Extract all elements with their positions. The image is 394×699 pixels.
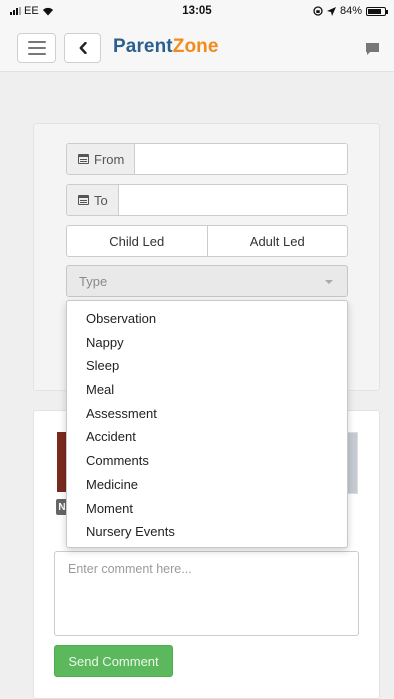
- calendar-icon: [78, 154, 89, 164]
- calendar-icon: [78, 195, 89, 205]
- to-date-group: To: [66, 184, 348, 216]
- back-button[interactable]: [64, 33, 101, 63]
- to-label: To: [94, 192, 108, 208]
- to-date-input[interactable]: [118, 185, 347, 215]
- status-right: 84%: [313, 5, 388, 17]
- menu-button[interactable]: [17, 33, 56, 63]
- dropdown-option[interactable]: Accident: [67, 426, 347, 450]
- chat-icon[interactable]: [365, 42, 380, 56]
- dropdown-option[interactable]: Nappy: [67, 332, 347, 356]
- type-select-value: Type: [79, 273, 108, 289]
- dropdown-option[interactable]: Medicine: [67, 474, 347, 498]
- menu-icon-line: [27, 41, 46, 43]
- battery-icon: [366, 6, 388, 16]
- led-toggle: Child Led Adult Led: [66, 225, 348, 257]
- dropdown-option[interactable]: Nursery Events: [67, 521, 347, 545]
- battery-percent: 84%: [339, 5, 362, 17]
- app-logo[interactable]: ParentZone: [113, 36, 219, 58]
- dropdown-option[interactable]: Moment: [67, 498, 347, 522]
- type-dropdown-menu: Observation Nappy Sleep Meal Assessment Accid…: [66, 300, 348, 548]
- lock-rotation-icon: [313, 6, 323, 16]
- from-date-group: From: [66, 143, 348, 175]
- logo-text-zone: Zone: [172, 36, 219, 57]
- dropdown-option[interactable]: Assessment: [67, 403, 347, 427]
- battery-fill: [368, 8, 382, 14]
- child-led-button[interactable]: Child Led: [67, 226, 207, 256]
- send-comment-button[interactable]: Send Comment: [54, 645, 173, 677]
- chevron-left-icon: [79, 42, 87, 54]
- dropdown-option[interactable]: Sleep: [67, 355, 347, 379]
- comment-input[interactable]: Enter comment here...: [54, 551, 359, 636]
- location-icon: [326, 6, 336, 16]
- navbar: ParentZone: [0, 22, 394, 72]
- menu-icon-line: [27, 47, 46, 49]
- dropdown-option[interactable]: Observation: [67, 308, 347, 332]
- from-addon: From: [67, 144, 136, 174]
- from-date-input[interactable]: [135, 144, 347, 174]
- logo-text-parent: Parent: [113, 36, 173, 57]
- type-select[interactable]: Type: [66, 265, 348, 297]
- to-addon: To: [67, 185, 119, 215]
- menu-icon-line: [27, 53, 46, 55]
- dropdown-option[interactable]: Meal: [67, 379, 347, 403]
- status-bar: EE 13:05 84%: [0, 0, 394, 22]
- dropdown-option[interactable]: Comments: [67, 450, 347, 474]
- from-label: From: [94, 151, 125, 167]
- caret-down-icon: [325, 280, 333, 284]
- adult-led-button[interactable]: Adult Led: [206, 226, 348, 256]
